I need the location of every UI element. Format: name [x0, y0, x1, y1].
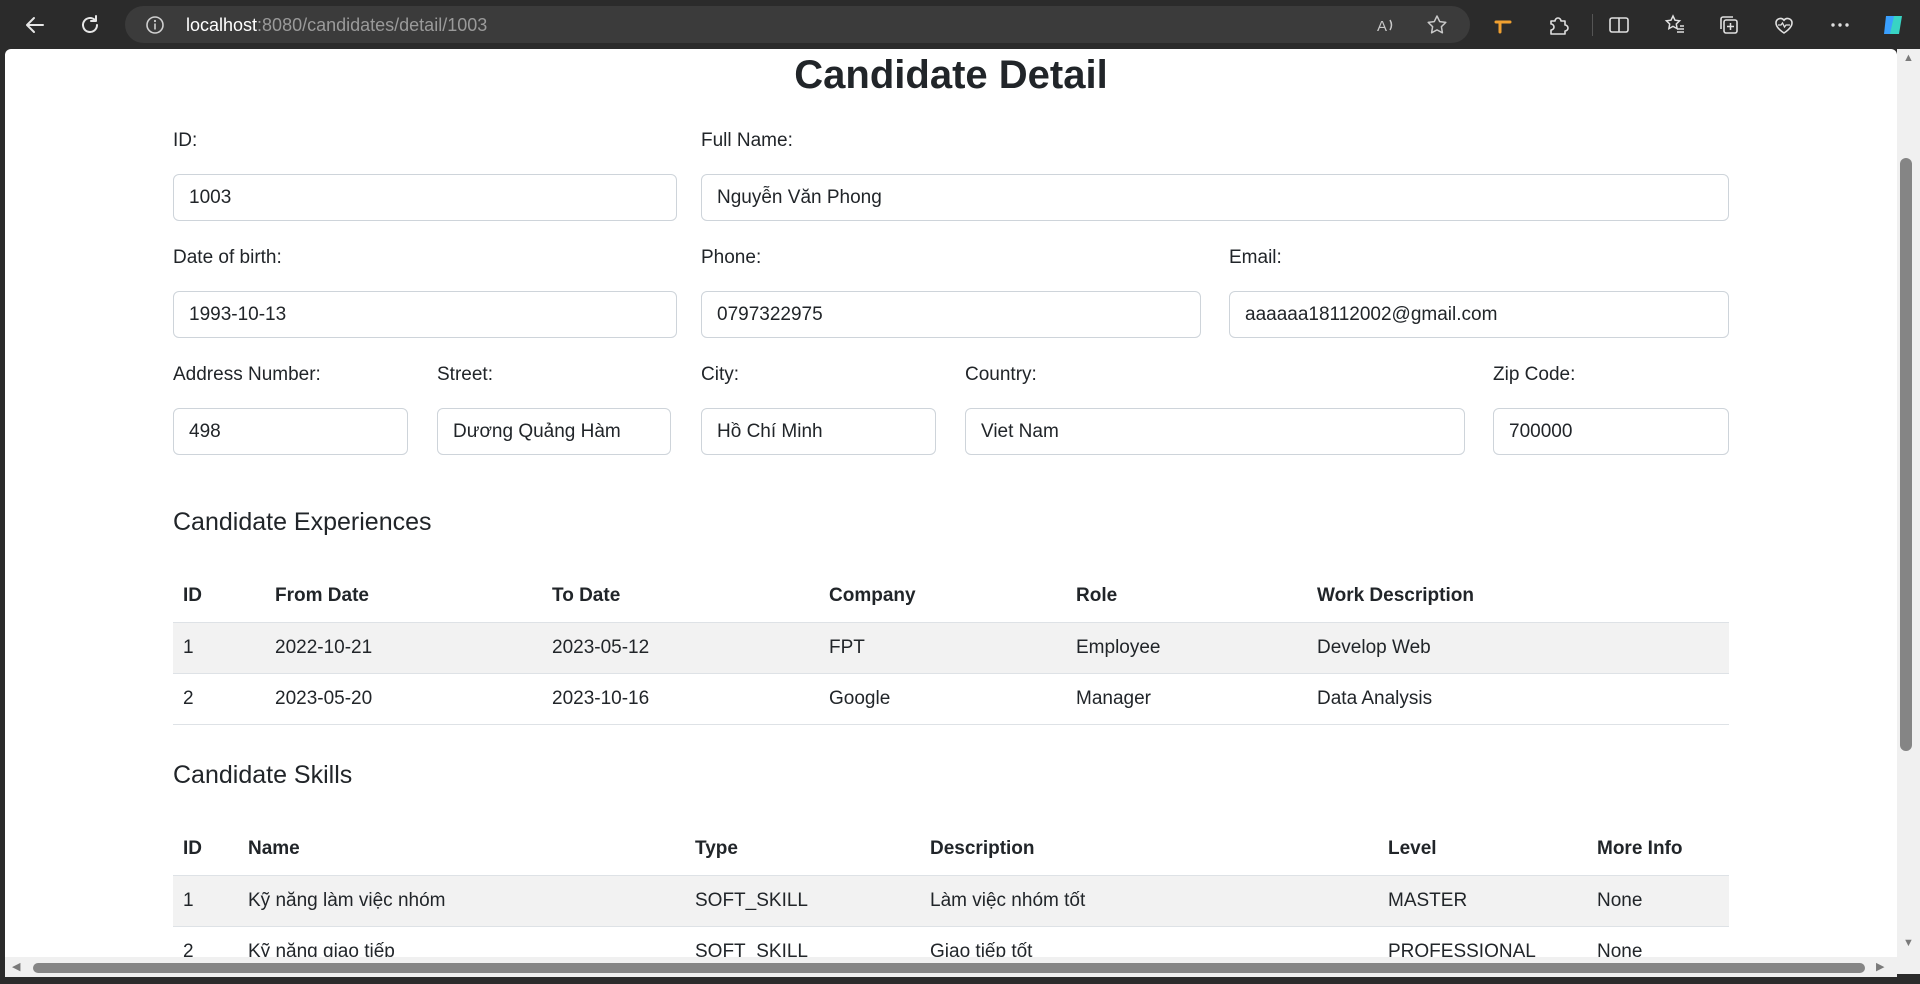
page-viewport: Candidate Detail ID: 1003 Full Name: Ngu… — [5, 49, 1897, 974]
column-header: Level — [1378, 824, 1587, 876]
table-cell: Làm việc nhóm tốt — [920, 875, 1378, 927]
table-row: 1 Kỹ năng làm việc nhóm SOFT_SKILL Làm v… — [173, 875, 1729, 927]
dob-input[interactable]: 1993-10-13 — [173, 291, 677, 338]
table-cell: 2022-10-21 — [265, 622, 542, 674]
window-bottom-edge — [0, 977, 1920, 984]
read-aloud-icon[interactable]: A — [1374, 13, 1398, 37]
reload-icon[interactable] — [75, 10, 105, 40]
experiences-header-row: ID From Date To Date Company Role Work D… — [173, 571, 1729, 623]
url-host: localhost — [186, 15, 258, 35]
favorites-list-icon[interactable] — [1662, 12, 1688, 38]
table-cell: FPT — [819, 622, 1066, 674]
column-header: ID — [173, 824, 238, 876]
city-input[interactable]: Hồ Chí Minh — [701, 408, 936, 455]
experiences-heading: Candidate Experiences — [173, 508, 432, 536]
collections-icon[interactable] — [1716, 12, 1742, 38]
street-label: Street: — [437, 364, 493, 385]
address-number-field: Address Number: 498 — [173, 363, 408, 455]
column-header: More Info — [1587, 824, 1729, 876]
dob-field: Date of birth: 1993-10-13 — [173, 246, 677, 338]
dob-label: Date of birth: — [173, 247, 282, 268]
address-number-label: Address Number: — [173, 364, 321, 385]
column-header: To Date — [542, 571, 819, 623]
address-bar[interactable]: localhost:8080/candidates/detail/1003 A — [125, 6, 1470, 43]
column-header: ID — [173, 571, 265, 623]
table-cell: MASTER — [1378, 875, 1587, 927]
column-header: Description — [920, 824, 1378, 876]
scroll-down-arrow-icon[interactable]: ▼ — [1903, 937, 1914, 949]
skills-table: ID Name Type Description Level More Info… — [173, 824, 1729, 974]
email-field: Email: aaaaaa18112002@gmail.com — [1229, 246, 1729, 338]
table-cell: Manager — [1066, 673, 1307, 725]
column-header: Work Description — [1307, 571, 1729, 623]
scroll-up-arrow-icon[interactable]: ▲ — [1903, 52, 1914, 64]
table-cell: Kỹ năng làm việc nhóm — [238, 875, 685, 927]
country-label: Country: — [965, 364, 1037, 385]
full-name-field: Full Name: Nguyễn Văn Phong — [701, 129, 1729, 221]
email-input[interactable]: aaaaaa18112002@gmail.com — [1229, 291, 1729, 338]
toolbar-divider — [1592, 14, 1593, 36]
column-header: Type — [685, 824, 920, 876]
url-path: :8080/candidates/detail/1003 — [257, 15, 488, 35]
skills-header-row: ID Name Type Description Level More Info — [173, 824, 1729, 876]
table-row: 1 2022-10-21 2023-05-12 FPT Employee Dev… — [173, 622, 1729, 674]
phone-field: Phone: 0797322975 — [701, 246, 1201, 338]
table-cell: None — [1587, 875, 1729, 927]
id-label: ID: — [173, 130, 198, 151]
browser-essentials-icon[interactable] — [1771, 12, 1797, 38]
table-cell: Employee — [1066, 622, 1307, 674]
full-name-input[interactable]: Nguyễn Văn Phong — [701, 174, 1729, 221]
site-info-icon[interactable] — [145, 15, 165, 40]
country-field: Country: Viet Nam — [965, 363, 1465, 455]
table-cell: Google — [819, 673, 1066, 725]
table-cell: 2 — [173, 673, 265, 725]
table-row: 2 2023-05-20 2023-10-16 Google Manager D… — [173, 673, 1729, 725]
column-header: Name — [238, 824, 685, 876]
column-header: Company — [819, 571, 1066, 623]
id-field: ID: 1003 — [173, 129, 677, 221]
table-cell: 1 — [173, 622, 265, 674]
city-label: City: — [701, 364, 739, 385]
full-name-label: Full Name: — [701, 130, 793, 151]
id-input[interactable]: 1003 — [173, 174, 677, 221]
table-cell: 2023-05-20 — [265, 673, 542, 725]
page-title: Candidate Detail — [794, 53, 1108, 97]
svg-text:A: A — [1377, 18, 1387, 35]
zip-code-label: Zip Code: — [1493, 364, 1576, 385]
phone-label: Phone: — [701, 247, 762, 268]
street-field: Street: Dương Quảng Hàm — [437, 363, 671, 455]
column-header: Role — [1066, 571, 1307, 623]
table-cell: 2023-10-16 — [542, 673, 819, 725]
city-field: City: Hồ Chí Minh — [701, 363, 936, 455]
url-text[interactable]: localhost:8080/candidates/detail/1003 — [186, 15, 487, 36]
table-cell: 1 — [173, 875, 238, 927]
street-input[interactable]: Dương Quảng Hàm — [437, 408, 671, 455]
experiences-table: ID From Date To Date Company Role Work D… — [173, 571, 1729, 725]
skills-heading: Candidate Skills — [173, 761, 353, 789]
horizontal-scrollbar-thumb[interactable] — [33, 963, 1865, 973]
zip-code-field: Zip Code: 700000 — [1493, 363, 1729, 455]
table-cell: Data Analysis — [1307, 673, 1729, 725]
extensions-puzzle-icon[interactable] — [1545, 12, 1571, 38]
column-header: From Date — [265, 571, 542, 623]
zip-code-input[interactable]: 700000 — [1493, 408, 1729, 455]
copilot-icon[interactable] — [1880, 12, 1906, 38]
split-screen-icon[interactable] — [1606, 12, 1632, 38]
table-cell: 2023-05-12 — [542, 622, 819, 674]
extension-orange-icon[interactable] — [1490, 12, 1516, 38]
more-options-icon[interactable] — [1827, 12, 1853, 38]
back-icon[interactable] — [20, 10, 50, 40]
country-input[interactable]: Viet Nam — [965, 408, 1465, 455]
vertical-scrollbar-thumb[interactable] — [1900, 158, 1912, 751]
scroll-left-arrow-icon[interactable]: ◀ — [12, 960, 20, 973]
favorite-star-icon[interactable] — [1425, 13, 1449, 37]
email-label: Email: — [1229, 247, 1282, 268]
address-number-input[interactable]: 498 — [173, 408, 408, 455]
phone-input[interactable]: 0797322975 — [701, 291, 1201, 338]
table-cell: SOFT_SKILL — [685, 875, 920, 927]
browser-toolbar: localhost:8080/candidates/detail/1003 A — [0, 0, 1920, 49]
scroll-right-arrow-icon[interactable]: ▶ — [1876, 960, 1884, 973]
table-cell: Develop Web — [1307, 622, 1729, 674]
